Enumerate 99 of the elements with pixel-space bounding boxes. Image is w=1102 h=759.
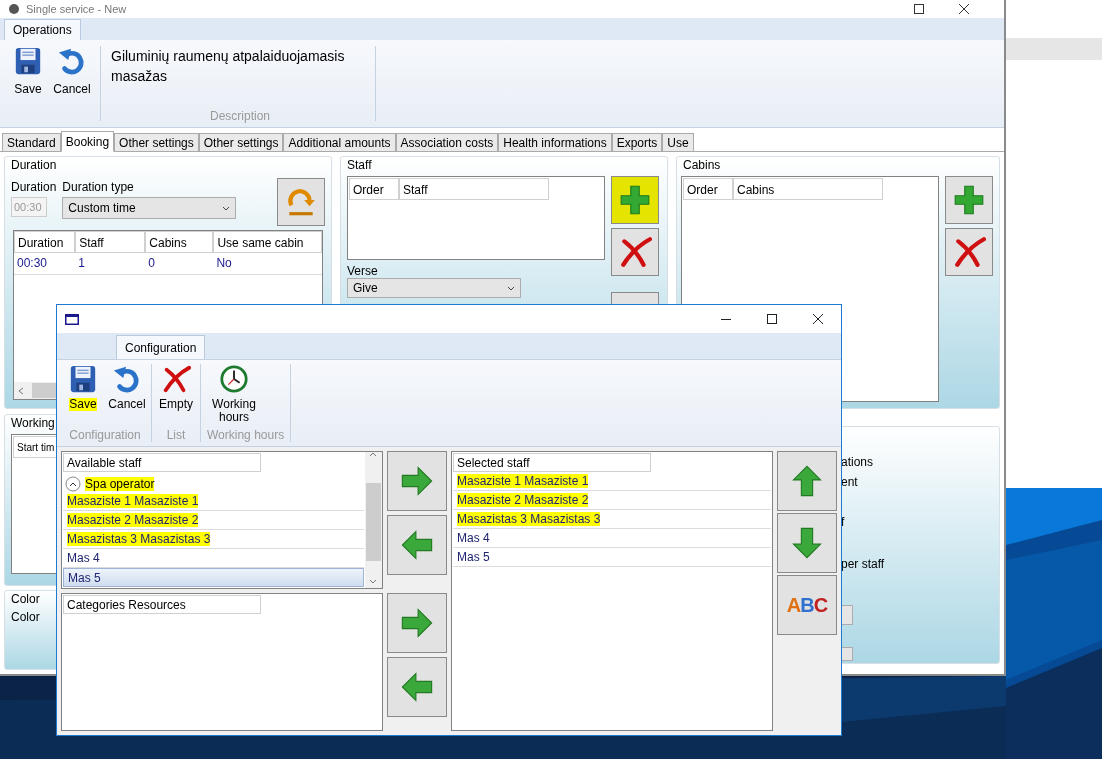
page-tab[interactable]: Standard [2, 133, 61, 152]
duration-type-dropdown[interactable]: Custom time [62, 197, 237, 219]
group-label: Working hours [206, 427, 286, 444]
column-header: Selected staff [453, 453, 651, 472]
arrow-left-icon [399, 669, 435, 705]
column-header: Categories Resources [63, 595, 261, 614]
field-label: Color [10, 609, 41, 626]
arrow-right-icon [399, 463, 435, 499]
chevron-down-icon [369, 579, 378, 584]
add-button[interactable] [945, 176, 993, 224]
list-item[interactable]: Masaziste 2 Masaziste 2 [453, 491, 771, 510]
window-icon [65, 313, 79, 325]
collapse-icon [65, 475, 81, 492]
field-label: Duration [11, 179, 57, 196]
group-title: Staff [346, 157, 373, 172]
ribbon-button[interactable]: Empty [156, 364, 196, 422]
table-cell-text: 1 [77, 255, 86, 272]
move-right-button[interactable] [387, 593, 447, 653]
rotate-button[interactable] [277, 178, 325, 226]
group-label: Description [209, 108, 271, 125]
arrow-left-icon [399, 527, 435, 563]
window-title: Single service - New [26, 3, 127, 15]
ribbon-tab[interactable]: Operations [4, 19, 81, 40]
description-text: Giluminių raumenų atpalaiduojamasis masažas [111, 47, 346, 86]
move-left-button[interactable] [387, 657, 447, 717]
table-cell-text: 0 [147, 255, 156, 272]
plus-icon [952, 183, 986, 217]
table-cell-text: No [215, 255, 233, 272]
vertical-scrollbar[interactable] [365, 452, 382, 588]
save-icon [13, 46, 43, 76]
list-item[interactable]: Masaziste 2 Masaziste 2 [63, 511, 364, 530]
maximize-icon [767, 314, 777, 324]
column-header: Available staff [63, 453, 261, 472]
group-title: Color [10, 591, 41, 606]
option-label: ations [841, 454, 875, 471]
move-right-button[interactable] [387, 451, 447, 511]
option-label: ent [841, 474, 859, 491]
page-tab[interactable]: Additional amounts [283, 133, 396, 152]
column-header: Duration [14, 231, 76, 253]
column-header: Order [349, 178, 399, 200]
chevron-down-icon [222, 205, 231, 211]
list-item[interactable]: Masaziste 1 Masaziste 1 [63, 492, 364, 511]
group-label: List [165, 427, 187, 444]
field-label: Duration type [62, 179, 135, 196]
ribbon-button[interactable]: Cancel [107, 364, 147, 422]
column-header: Order [683, 178, 733, 200]
close-icon [813, 314, 823, 324]
close-icon [959, 4, 969, 14]
maximize-icon [914, 4, 924, 14]
arrow-right-icon [399, 605, 435, 641]
page-tab[interactable]: Other settings [114, 133, 199, 152]
add-button[interactable] [611, 176, 659, 224]
scrollbar-thumb[interactable] [366, 483, 381, 561]
field-label: Verse [347, 264, 379, 278]
ribbon-button[interactable]: Save [63, 364, 103, 422]
group-title: Duration [10, 157, 58, 172]
ribbon-button[interactable]: Cancel [50, 46, 94, 98]
arrow-down-icon [789, 525, 825, 561]
move-down-button[interactable] [777, 513, 837, 573]
column-header: Staff [399, 178, 549, 200]
delete-button[interactable] [945, 228, 993, 276]
list-item[interactable]: Mas 4 [453, 529, 771, 548]
list-item[interactable]: Mas 5 [63, 568, 364, 587]
table-cell-text: 00:30 [16, 255, 49, 272]
option-label: per staff [841, 556, 886, 573]
list-item[interactable]: Masaziste 1 Masaziste 1 [453, 472, 771, 491]
delete-icon [618, 235, 652, 269]
list-item[interactable]: Masazistas 3 Masazistas 3 [63, 530, 364, 549]
column-header: Staff [75, 231, 146, 253]
save-icon [68, 364, 98, 394]
move-up-button[interactable] [777, 451, 837, 511]
page-tab[interactable]: Use [662, 133, 694, 152]
verse-dropdown[interactable]: Give [347, 278, 521, 298]
delete-icon [952, 235, 986, 269]
group-title: Cabins [682, 157, 722, 172]
plus-icon [618, 183, 652, 217]
close-icon [161, 364, 191, 394]
page-tab[interactable]: Other settings [198, 133, 284, 152]
list-item[interactable]: Mas 5 [453, 548, 771, 567]
chevron-left-icon [18, 386, 24, 395]
column-header: Use same cabin [213, 231, 322, 253]
abc-button[interactable]: ABC [777, 575, 837, 635]
page-tab[interactable]: Exports [611, 133, 663, 152]
page-tab[interactable]: Health informations [498, 133, 612, 152]
group-title: Working [10, 415, 56, 430]
column-header: Cabins [145, 231, 214, 253]
move-left-button[interactable] [387, 515, 447, 575]
column-header: Cabins [733, 178, 883, 200]
delete-button[interactable] [611, 228, 659, 276]
list-item[interactable]: Masazistas 3 Masazistas 3 [453, 510, 771, 529]
page-tab[interactable]: Association costs [395, 133, 499, 152]
page-tab[interactable]: Booking [60, 131, 115, 152]
clock-icon [219, 364, 249, 394]
ribbon-button[interactable]: Working hours [205, 364, 263, 422]
chevron-down-icon [507, 285, 515, 291]
ribbon-tab[interactable]: Configuration [116, 335, 206, 359]
app-icon [8, 3, 20, 15]
ribbon-button[interactable]: Save [6, 46, 50, 98]
arrow-up-icon [789, 463, 825, 499]
